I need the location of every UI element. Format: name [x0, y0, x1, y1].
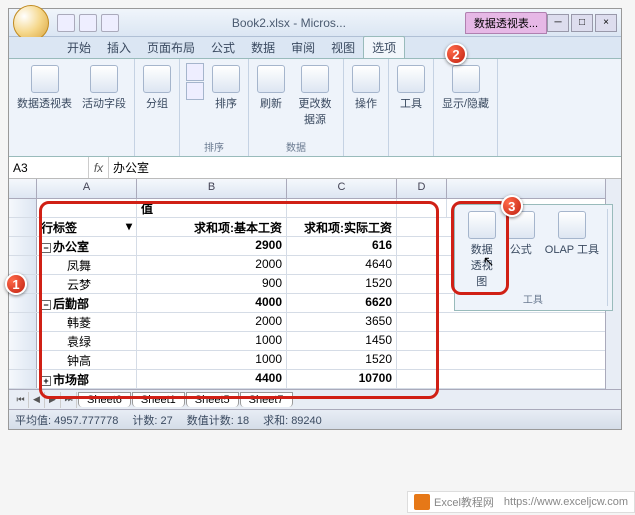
- status-sum: 求和: 89240: [263, 412, 322, 428]
- sort-button[interactable]: 排序: [210, 63, 242, 113]
- status-count: 计数: 27: [132, 412, 172, 428]
- collapse-icon[interactable]: −: [41, 243, 51, 253]
- tools-button[interactable]: 工具: [395, 63, 427, 113]
- sheet-tab[interactable]: Sheet1: [132, 392, 185, 407]
- formula-input[interactable]: 办公室: [109, 157, 621, 178]
- formula-bar: A3 fx 办公室: [9, 157, 621, 179]
- col-header-b[interactable]: B: [137, 179, 287, 198]
- row-9: 钟高 1000 1520: [9, 351, 605, 370]
- pivottable-button[interactable]: 数据透视表: [15, 63, 74, 113]
- status-numcount: 数值计数: 18: [187, 412, 249, 428]
- ribbon: 数据透视表 活动字段 分组 排序 排序 刷新 更改数据源: [9, 59, 621, 157]
- actions-button[interactable]: 操作: [350, 63, 382, 113]
- field-icon: [90, 65, 118, 93]
- ribbon-group-data: 刷新 更改数据源 数据: [249, 59, 344, 156]
- sheet-nav-first[interactable]: ⏮: [13, 392, 29, 408]
- actions-icon: [352, 65, 380, 93]
- sheet-tab-bar: ⏮ ◀ ▶ ⏭ Sheet6 Sheet1 Sheet5 Sheet7: [9, 389, 621, 409]
- expand-icon[interactable]: +: [41, 376, 51, 386]
- ribbon-group-actions: 操作: [344, 59, 389, 156]
- col-header-a[interactable]: A: [37, 179, 137, 198]
- pivot-chart-button[interactable]: 数据透视图 ↖: [465, 209, 499, 291]
- watermark-text: Excel教程网: [434, 494, 494, 510]
- tab-layout[interactable]: 页面布局: [139, 37, 203, 58]
- save-icon[interactable]: [57, 14, 75, 32]
- show-hide-button[interactable]: 显示/隐藏: [440, 63, 491, 113]
- showhide-icon: [452, 65, 480, 93]
- col-header-c[interactable]: C: [287, 179, 397, 198]
- callout-2: 2: [445, 43, 467, 65]
- sheet-tab[interactable]: Sheet7: [240, 392, 293, 407]
- group-button[interactable]: 分组: [141, 63, 173, 113]
- quick-access-toolbar: [57, 14, 119, 32]
- ribbon-group-show: 显示/隐藏: [434, 59, 498, 156]
- fx-button[interactable]: fx: [89, 157, 109, 178]
- active-field-button[interactable]: 活动字段: [80, 63, 128, 113]
- datasource-icon: [301, 65, 329, 93]
- sort-asc-icon[interactable]: [186, 63, 204, 81]
- row-10: +市场部 4400 10700: [9, 370, 605, 389]
- olap-button[interactable]: OLAP 工具: [543, 209, 601, 291]
- olap-icon: [558, 211, 586, 239]
- select-all-corner[interactable]: [9, 179, 37, 198]
- ribbon-group-sort: 排序 排序: [180, 59, 249, 156]
- sheet-nav-prev[interactable]: ◀: [29, 392, 45, 408]
- tab-insert[interactable]: 插入: [99, 37, 139, 58]
- window-title: Book2.xlsx - Micros...: [119, 16, 459, 30]
- restore-button[interactable]: □: [571, 14, 593, 32]
- change-source-button[interactable]: 更改数据源: [293, 63, 337, 129]
- sheet-nav-last[interactable]: ⏭: [61, 392, 77, 408]
- refresh-button[interactable]: 刷新: [255, 63, 287, 113]
- ribbon-group-pivot: 数据透视表 活动字段: [9, 59, 135, 156]
- row-header[interactable]: [9, 199, 37, 217]
- tab-options[interactable]: 选项: [363, 36, 405, 58]
- ribbon-group-group: 分组: [135, 59, 180, 156]
- tab-formula[interactable]: 公式: [203, 37, 243, 58]
- contextual-tab-label[interactable]: 数据透视表...: [465, 12, 547, 34]
- sheet-nav-next[interactable]: ▶: [45, 392, 61, 408]
- floating-tools-group: 数据透视图 ↖ 公式 OLAP 工具 工具 3: [454, 204, 613, 311]
- refresh-icon: [257, 65, 285, 93]
- tab-review[interactable]: 审阅: [283, 37, 323, 58]
- ribbon-group-tools: 工具: [389, 59, 434, 156]
- tab-home[interactable]: 开始: [59, 37, 99, 58]
- pivot-chart-icon: [468, 211, 496, 239]
- cursor-icon: ↖: [483, 253, 495, 270]
- col-header-d[interactable]: D: [397, 179, 447, 198]
- sort-desc-icon[interactable]: [186, 82, 204, 100]
- watermark-url: https://www.exceljcw.com: [504, 496, 628, 508]
- callout-1: 1: [5, 273, 27, 295]
- title-bar: Book2.xlsx - Micros... 数据透视表... ─ □ ×: [9, 9, 621, 37]
- ribbon-tabs: 开始 插入 页面布局 公式 数据 审阅 视图 选项 2: [9, 37, 621, 59]
- collapse-icon[interactable]: −: [41, 300, 51, 310]
- group-icon: [143, 65, 171, 93]
- excel-window: Book2.xlsx - Micros... 数据透视表... ─ □ × 开始…: [8, 8, 622, 430]
- redo-icon[interactable]: [101, 14, 119, 32]
- callout-3: 3: [501, 195, 523, 217]
- tools-icon: [397, 65, 425, 93]
- sort-icon: [212, 65, 240, 93]
- tab-data[interactable]: 数据: [243, 37, 283, 58]
- office-button[interactable]: [13, 5, 49, 41]
- status-average: 平均值: 4957.777778: [15, 412, 118, 428]
- row-8: 袁绿 1000 1450: [9, 332, 605, 351]
- pivottable-icon: [31, 65, 59, 93]
- undo-icon[interactable]: [79, 14, 97, 32]
- watermark: Excel教程网 https://www.exceljcw.com: [407, 491, 635, 513]
- status-bar: 平均值: 4957.777778 计数: 27 数值计数: 18 求和: 892…: [9, 409, 621, 429]
- name-box[interactable]: A3: [9, 157, 89, 178]
- close-button[interactable]: ×: [595, 14, 617, 32]
- row-7: 韩菱 2000 3650: [9, 313, 605, 332]
- tab-view[interactable]: 视图: [323, 37, 363, 58]
- watermark-logo-icon: [414, 494, 430, 510]
- formulas-button[interactable]: 公式: [505, 209, 537, 291]
- row-labels-header[interactable]: 行标签 ▾: [37, 218, 137, 236]
- sheet-tab[interactable]: Sheet6: [78, 392, 131, 407]
- minimize-button[interactable]: ─: [547, 14, 569, 32]
- sheet-tab[interactable]: Sheet5: [186, 392, 239, 407]
